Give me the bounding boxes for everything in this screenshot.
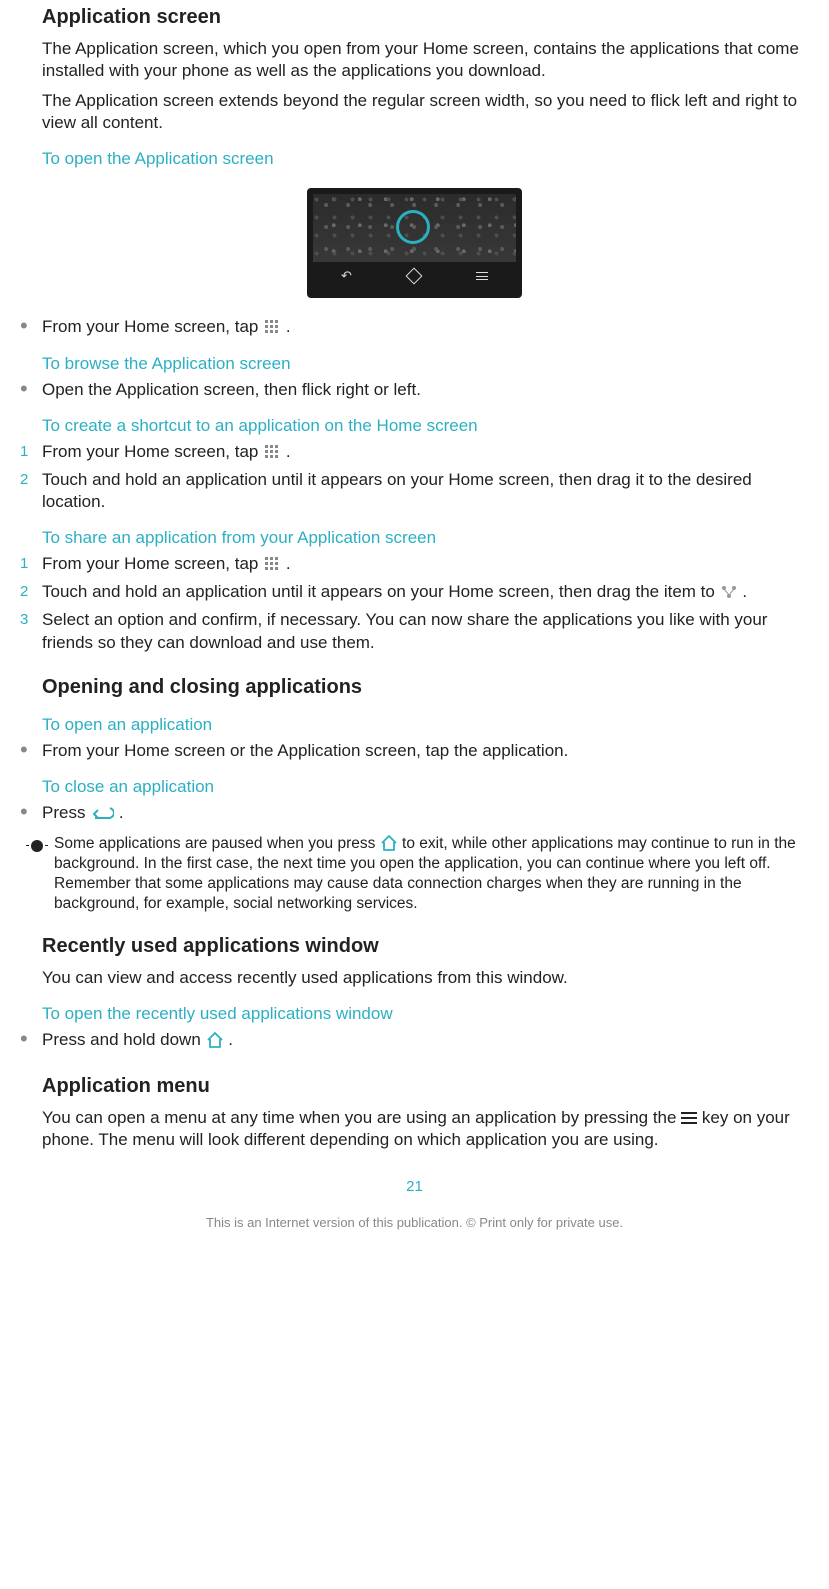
subhead-browse-app-screen: To browse the Application screen xyxy=(42,353,809,375)
heading-recent: Recently used applications window xyxy=(42,933,809,959)
text: Some applications are paused when you pr… xyxy=(54,835,380,852)
home-nav-icon xyxy=(405,268,422,285)
phone-illustration: ↶ xyxy=(307,188,522,298)
step-content: From your Home screen, tap . xyxy=(42,553,809,575)
text: . xyxy=(286,442,291,461)
bullet-marker: • xyxy=(20,802,42,824)
bullet-marker: • xyxy=(20,1029,42,1051)
step-content: Press and hold down . xyxy=(42,1029,809,1051)
share-icon xyxy=(721,584,737,600)
para-app-menu: You can open a menu at any time when you… xyxy=(42,1107,809,1151)
text: Open the Application screen, then flick … xyxy=(42,379,809,401)
text: . xyxy=(228,1030,233,1049)
apps-grid-icon xyxy=(264,319,280,335)
subhead-open-app-screen: To open the Application screen xyxy=(42,148,809,170)
apps-grid-icon xyxy=(264,556,280,572)
text: From your Home screen, tap xyxy=(42,317,263,336)
menu-icon xyxy=(681,1112,697,1124)
back-icon xyxy=(90,805,114,821)
tip-text: Some applications are paused when you pr… xyxy=(54,834,809,915)
step-number: 3 xyxy=(20,609,42,653)
subhead-open-app: To open an application xyxy=(42,714,809,736)
text: . xyxy=(286,317,291,336)
step-number: 1 xyxy=(20,441,42,463)
text: . xyxy=(742,582,747,601)
step-number: 1 xyxy=(20,553,42,575)
text: Touch and hold an application until it a… xyxy=(42,469,809,513)
text: From your Home screen, tap xyxy=(42,554,263,573)
text: Select an option and confirm, if necessa… xyxy=(42,609,809,653)
step-share-3: 3 Select an option and confirm, if neces… xyxy=(20,609,809,653)
text: You can open a menu at any time when you… xyxy=(42,1108,681,1127)
para-app-screen-2: The Application screen extends beyond th… xyxy=(42,90,809,134)
page-number: 21 xyxy=(20,1177,809,1197)
step-share-2: 2 Touch and hold an application until it… xyxy=(20,581,809,603)
heading-app-menu: Application menu xyxy=(42,1073,809,1099)
text: Touch and hold an application until it a… xyxy=(42,582,720,601)
subhead-close-app: To close an application xyxy=(42,776,809,798)
back-nav-icon: ↶ xyxy=(341,268,352,285)
tip-row: Some applications are paused when you pr… xyxy=(20,834,809,915)
text: Press and hold down xyxy=(42,1030,206,1049)
subhead-open-recent: To open the recently used applications w… xyxy=(42,1003,809,1025)
text: . xyxy=(119,803,124,822)
menu-nav-icon xyxy=(476,272,488,280)
bullet-marker: • xyxy=(20,379,42,401)
home-icon xyxy=(206,1032,224,1048)
step-share-1: 1 From your Home screen, tap . xyxy=(20,553,809,575)
heading-application-screen: Application screen xyxy=(42,4,809,30)
apps-grid-icon xyxy=(264,444,280,460)
text: From your Home screen, tap xyxy=(42,442,263,461)
tip-bulb-icon xyxy=(20,834,54,915)
step-content: Press . xyxy=(42,802,809,824)
bullet-open-recent: • Press and hold down . xyxy=(20,1029,809,1051)
bullet-marker: • xyxy=(20,740,42,762)
bullet-marker: • xyxy=(20,316,42,338)
bullet-open-app-screen: • From your Home screen, tap . xyxy=(20,316,809,338)
page: Application screen The Application scree… xyxy=(0,4,829,1251)
subhead-share-app: To share an application from your Applic… xyxy=(42,527,809,549)
step-content: From your Home screen, tap . xyxy=(42,441,809,463)
para-recent: You can view and access recently used ap… xyxy=(42,967,809,989)
heading-open-close: Opening and closing applications xyxy=(42,674,809,700)
bullet-open-app: • From your Home screen or the Applicati… xyxy=(20,740,809,762)
phone-screen xyxy=(313,194,516,262)
step-number: 2 xyxy=(20,581,42,603)
para-app-screen-1: The Application screen, which you open f… xyxy=(42,38,809,82)
highlight-circle-icon xyxy=(396,210,430,244)
text: Press xyxy=(42,803,90,822)
home-icon xyxy=(380,835,398,851)
step-shortcut-2: 2 Touch and hold an application until it… xyxy=(20,469,809,513)
step-number: 2 xyxy=(20,469,42,513)
text: . xyxy=(286,554,291,573)
bullet-browse: • Open the Application screen, then flic… xyxy=(20,379,809,401)
text: From your Home screen or the Application… xyxy=(42,740,809,762)
step-content: Touch and hold an application until it a… xyxy=(42,581,809,603)
step-shortcut-1: 1 From your Home screen, tap . xyxy=(20,441,809,463)
figure-phone: ↶ xyxy=(20,188,809,298)
bullet-content: From your Home screen, tap . xyxy=(42,316,809,338)
bullet-close-app: • Press . xyxy=(20,802,809,824)
phone-navbar: ↶ xyxy=(313,264,516,288)
footer-text: This is an Internet version of this publ… xyxy=(20,1215,809,1232)
subhead-create-shortcut: To create a shortcut to an application o… xyxy=(42,415,809,437)
